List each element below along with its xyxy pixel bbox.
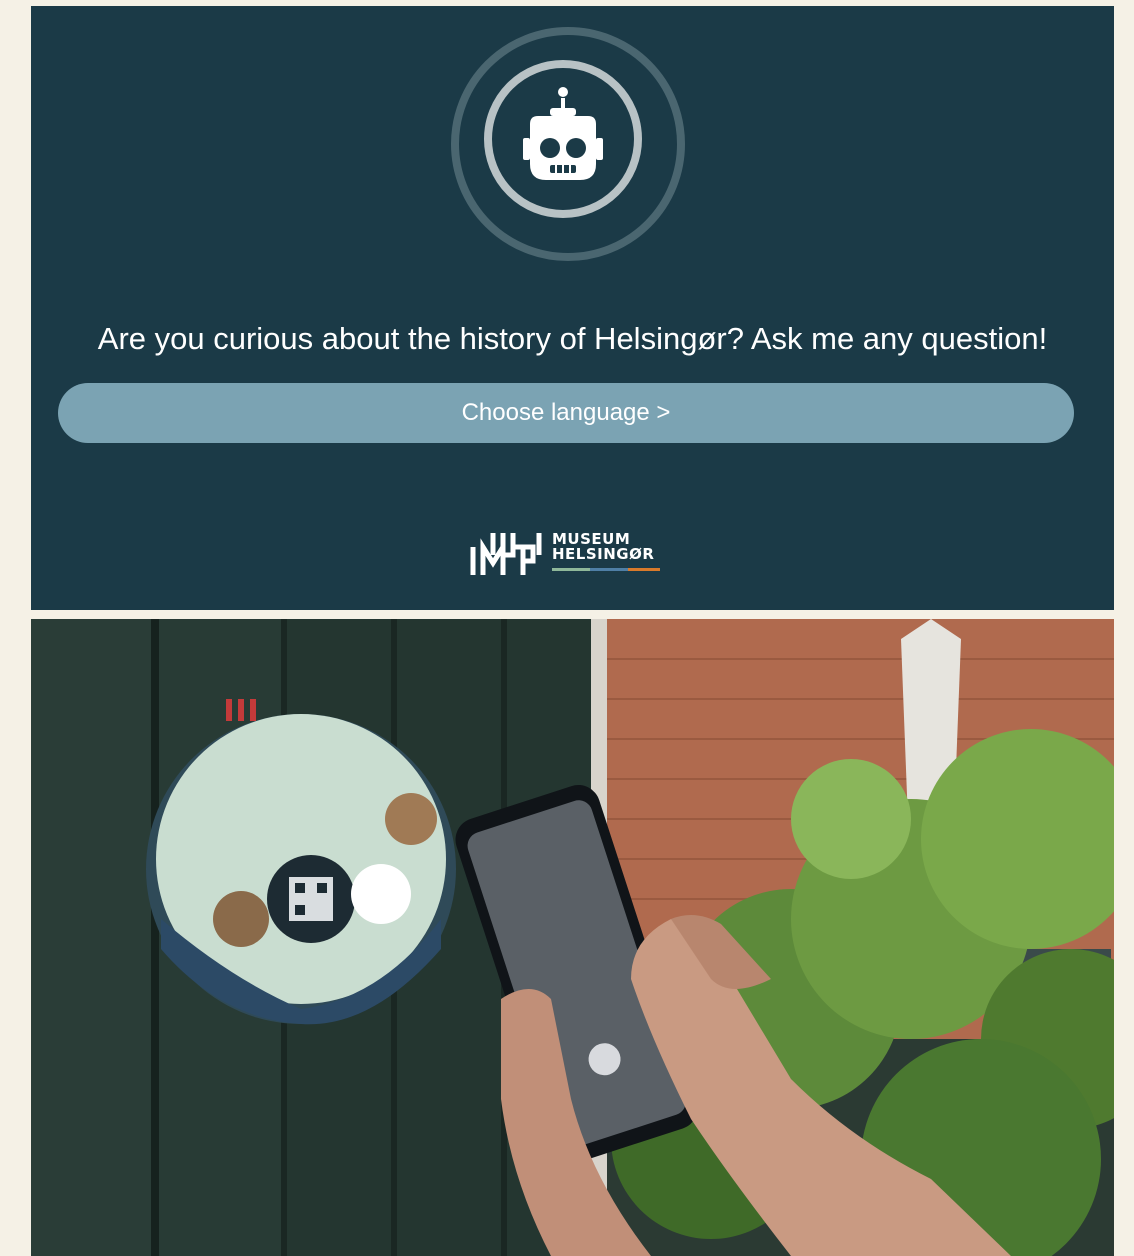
robot-icon	[523, 87, 603, 180]
chat-welcome-panel: Are you curious about the history of Hel…	[31, 6, 1114, 610]
choose-language-button[interactable]: Choose language >	[58, 383, 1074, 443]
museum-helsingor-logo[interactable]: MUSEUM HELSINGØR	[469, 525, 669, 577]
logo-line-helsingor: HELSINGØR	[552, 545, 655, 563]
chat-avatar	[484, 60, 642, 218]
logo-accent-green	[552, 568, 590, 571]
museum-logo-icon	[470, 533, 542, 575]
logo-accent-blue	[590, 568, 628, 571]
welcome-headline: Are you curious about the history of Hel…	[97, 321, 1048, 356]
hand-scanning-qr-sign-photo	[31, 619, 1114, 1256]
logo-accent-orange	[628, 568, 660, 571]
logo-wordmark: MUSEUM HELSINGØR	[552, 532, 654, 562]
photo-illustration	[31, 619, 1114, 1256]
